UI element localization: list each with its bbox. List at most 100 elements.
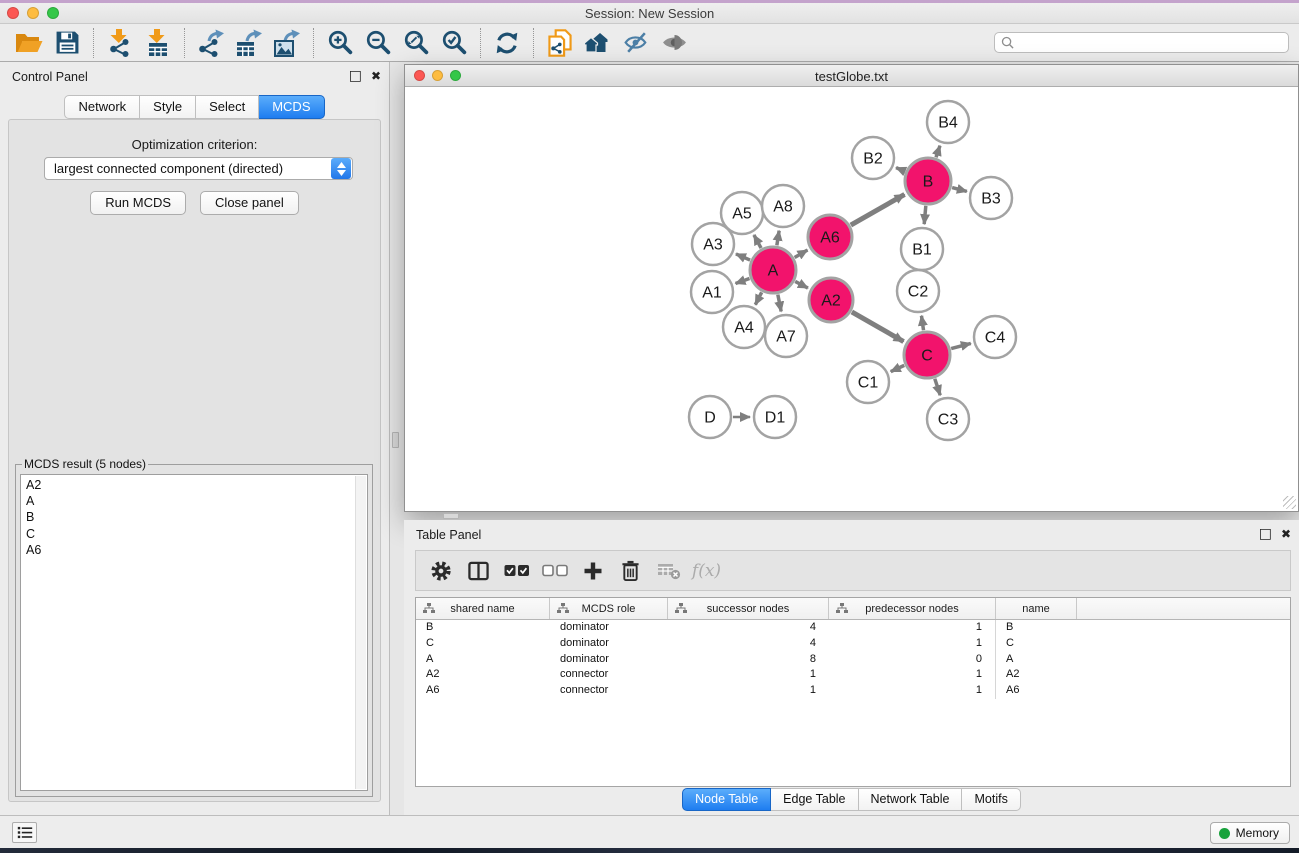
graph-node-D[interactable]: D xyxy=(689,396,731,438)
table-row[interactable]: Bdominator41B xyxy=(416,620,1290,636)
table-cell[interactable]: 8 xyxy=(668,652,829,668)
tab-style[interactable]: Style xyxy=(140,95,196,119)
table-cell[interactable]: A2 xyxy=(996,667,1077,683)
table-cell[interactable]: 1 xyxy=(668,667,829,683)
table-cell[interactable]: dominator xyxy=(550,652,668,668)
mcds-result-item[interactable]: A2 xyxy=(26,477,367,493)
table-cell[interactable]: 1 xyxy=(829,667,996,683)
graph-edge-A2-C[interactable] xyxy=(852,312,904,342)
table-row[interactable]: A2connector11A2 xyxy=(416,667,1290,683)
graph-edge-A-A6[interactable] xyxy=(795,250,808,257)
graph-edge-A-A4[interactable] xyxy=(755,292,761,304)
graph-edge-B-B3[interactable] xyxy=(952,188,967,192)
float-panel-icon[interactable] xyxy=(349,69,362,83)
window-resize-grip[interactable] xyxy=(1283,496,1296,509)
graph-edge-C-C4[interactable] xyxy=(951,343,971,348)
graph-node-A[interactable]: A xyxy=(750,247,796,293)
search-input[interactable] xyxy=(1018,36,1282,50)
tab-network-table[interactable]: Network Table xyxy=(859,788,963,811)
graph-edge-A6-B[interactable] xyxy=(851,194,905,225)
table-settings-button[interactable] xyxy=(426,556,455,586)
table-cell[interactable]: A xyxy=(416,652,550,668)
eye-button[interactable] xyxy=(655,27,693,59)
zoom-selected-button[interactable] xyxy=(435,27,473,59)
graph-edge-A-A5[interactable] xyxy=(754,235,761,248)
table-cell[interactable]: connector xyxy=(550,667,668,683)
column-header-successor-nodes[interactable]: successor nodes xyxy=(668,598,829,619)
graph-edge-A-A3[interactable] xyxy=(736,254,750,260)
graph-node-C1[interactable]: C1 xyxy=(847,361,889,403)
graph-node-A4[interactable]: A4 xyxy=(723,306,765,348)
table-cell[interactable]: C xyxy=(996,636,1077,652)
table-float-panel-icon[interactable] xyxy=(1259,527,1272,541)
graph-node-A7[interactable]: A7 xyxy=(765,315,807,357)
graph-edge-A-A1[interactable] xyxy=(736,278,750,283)
horizontal-splitter-handle[interactable] xyxy=(443,513,459,519)
close-panel-icon[interactable] xyxy=(371,69,381,83)
table-cell[interactable]: A6 xyxy=(416,683,550,699)
add-row-button[interactable] xyxy=(578,556,607,586)
table-cell[interactable]: 0 xyxy=(829,652,996,668)
table-cell[interactable]: B xyxy=(996,620,1077,636)
column-header-name[interactable]: name xyxy=(996,598,1077,619)
column-header-MCDS-role[interactable]: MCDS role xyxy=(550,598,668,619)
table-cell[interactable]: A2 xyxy=(416,667,550,683)
graph-edge-C-C2[interactable] xyxy=(921,316,923,330)
graph-node-A5[interactable]: A5 xyxy=(721,192,763,234)
refresh-button[interactable] xyxy=(488,27,526,59)
show-panels-button[interactable] xyxy=(12,822,37,843)
graph-node-B1[interactable]: B1 xyxy=(901,228,943,270)
graph-node-C4[interactable]: C4 xyxy=(974,316,1016,358)
graph-node-C[interactable]: C xyxy=(904,332,950,378)
table-cell[interactable]: C xyxy=(416,636,550,652)
graph-node-A8[interactable]: A8 xyxy=(762,185,804,227)
tab-mcds[interactable]: MCDS xyxy=(259,95,324,119)
tab-network[interactable]: Network xyxy=(64,95,140,119)
mcds-result-item[interactable]: C xyxy=(26,526,367,542)
zoom-in-button[interactable] xyxy=(321,27,359,59)
graph-node-B3[interactable]: B3 xyxy=(970,177,1012,219)
run-mcds-button[interactable]: Run MCDS xyxy=(90,191,186,215)
table-cell[interactable]: 1 xyxy=(668,683,829,699)
toggle-visibility-button[interactable] xyxy=(617,27,655,59)
table-close-panel-icon[interactable] xyxy=(1281,527,1291,541)
table-cell[interactable]: dominator xyxy=(550,636,668,652)
export-table-button[interactable] xyxy=(230,27,268,59)
graph-edge-A-A7[interactable] xyxy=(778,295,781,312)
graph-node-B[interactable]: B xyxy=(905,158,951,204)
table-cell[interactable]: 4 xyxy=(668,636,829,652)
graph-node-A2[interactable]: A2 xyxy=(809,278,853,322)
search-box[interactable] xyxy=(994,32,1289,53)
show-columns-button[interactable] xyxy=(464,556,493,586)
table-row[interactable]: A6connector11A6 xyxy=(416,683,1290,699)
result-scrollbar[interactable] xyxy=(355,476,366,789)
zoom-out-button[interactable] xyxy=(359,27,397,59)
tab-node-table[interactable]: Node Table xyxy=(682,788,771,811)
table-cell[interactable]: 1 xyxy=(829,683,996,699)
graph-node-B4[interactable]: B4 xyxy=(927,101,969,143)
export-network-button[interactable] xyxy=(192,27,230,59)
table-cell[interactable]: 4 xyxy=(668,620,829,636)
select-all-button[interactable] xyxy=(502,556,531,586)
network-canvas[interactable]: AA1A2A3A4A5A6A7A8BB1B2B3B4CC1C2C3C4DD1 xyxy=(406,88,1297,510)
graph-edge-A-A8[interactable] xyxy=(777,231,779,246)
mcds-result-list[interactable]: A2ABCA6 xyxy=(20,474,368,791)
close-panel-button[interactable]: Close panel xyxy=(200,191,299,215)
graph-edge-B-B1[interactable] xyxy=(924,206,926,224)
tab-motifs[interactable]: Motifs xyxy=(962,788,1020,811)
memory-button[interactable]: Memory xyxy=(1210,822,1290,844)
table-cell[interactable]: connector xyxy=(550,683,668,699)
delete-table-button[interactable] xyxy=(654,556,683,586)
zoom-fit-button[interactable] xyxy=(397,27,435,59)
graph-node-B2[interactable]: B2 xyxy=(852,137,894,179)
table-cell[interactable]: A6 xyxy=(996,683,1077,699)
table-cell[interactable]: 1 xyxy=(829,620,996,636)
table-cell[interactable]: B xyxy=(416,620,550,636)
import-table-button[interactable] xyxy=(139,27,177,59)
graph-edge-C-C1[interactable] xyxy=(891,365,905,371)
table-row[interactable]: Adominator80A xyxy=(416,652,1290,668)
deselect-all-button[interactable] xyxy=(540,556,569,586)
tab-edge-table[interactable]: Edge Table xyxy=(771,788,858,811)
graph-node-C3[interactable]: C3 xyxy=(927,398,969,440)
duplicate-network-button[interactable] xyxy=(541,27,579,59)
